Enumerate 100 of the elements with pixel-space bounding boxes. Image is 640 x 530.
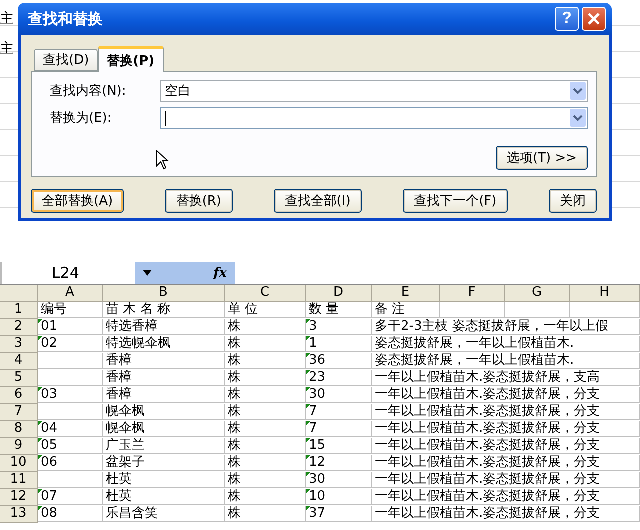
column-header[interactable]: E [372,285,440,302]
column-header[interactable]: H [570,285,640,302]
cell-text: 株 [228,489,241,504]
field-label: 查找内容(N): [50,83,128,100]
cell-text: 01 [41,319,58,334]
cell-text: 主 [0,10,15,28]
row-header[interactable]: 2 [0,319,38,336]
cell-text: 乐昌含笑 [106,506,158,521]
cell-text: 7 [309,421,318,436]
cell-text: 杜英 [106,472,132,487]
cell-text: 株 [228,387,241,402]
error-indicator-icon [306,472,311,477]
column-header[interactable]: B [103,285,225,302]
column-header[interactable]: A [38,285,103,302]
error-indicator-icon [306,455,311,460]
cell-text: 37 [309,506,326,521]
row-header[interactable]: 3 [0,336,38,353]
row-header[interactable]: 1 [0,302,38,319]
row-header[interactable]: 4 [0,353,38,370]
cell-text: 单 位 [228,302,258,317]
cell-text: 幌伞枫 [106,404,145,419]
cell-text: 株 [228,455,241,470]
error-indicator-icon [38,438,43,443]
tab[interactable]: 替换(P) [98,46,164,72]
cell-text: 03 [41,387,58,402]
cell-text: 一年以上假植苗木.姿态挺拔舒展，支高 [375,370,600,385]
row-header[interactable]: 6 [0,387,38,404]
dialog-button[interactable]: 全部替换(A) [31,189,124,213]
cell-text: 3 [309,319,318,334]
cell-text: 香樟 [106,353,132,368]
cell-text: 姿态挺拔舒展，一年以上假植苗木. [375,353,574,368]
function-button[interactable]: fx [214,266,227,280]
row-header[interactable]: 8 [0,421,38,438]
cell-text: 姿态挺拔舒展，一年以上假植苗木. [375,336,574,351]
cell-text: 株 [228,472,241,487]
dialog-button[interactable]: 查找全部(I) [274,189,362,213]
row-header[interactable]: 10 [0,455,38,472]
error-indicator-icon [306,387,311,392]
row-header[interactable]: 9 [0,438,38,455]
dialog-button[interactable]: 查找下一个(F) [403,189,508,213]
cell-text: 1 [309,336,318,351]
column-header[interactable]: D [306,285,372,302]
column-header[interactable]: C [225,285,306,302]
cell-text: 编号 [41,302,67,317]
dialog-button[interactable]: 关闭 [548,189,597,213]
select-all-corner[interactable] [0,285,38,302]
column-header[interactable]: G [505,285,570,302]
options-button[interactable]: 选项(T) >> [496,146,588,170]
cell-text: 一年以上假植苗木.姿态挺拔舒展，分支 [375,489,600,504]
cell-text: 株 [228,438,241,453]
cell-text: 株 [228,506,241,521]
cell-text: 广玉兰 [106,438,145,453]
row-header[interactable]: 11 [0,472,38,489]
dropdown-icon [570,109,586,127]
tab[interactable]: 查找(D) [34,49,98,71]
cell-text: 盆架子 [106,455,145,470]
row-header[interactable]: 13 [0,506,38,523]
cell-text: 株 [228,421,241,436]
cell-text: 株 [228,319,241,334]
error-indicator-icon [306,421,311,426]
error-indicator-icon [38,506,43,511]
cell-text: 15 [309,438,326,453]
find-input[interactable]: 空白 [165,84,570,98]
row-header[interactable]: 7 [0,404,38,421]
cell-text: 04 [41,421,58,436]
cell-text: 幌伞枫 [106,421,145,436]
cell-text: 06 [41,455,58,470]
dialog-button[interactable]: 替换(R) [165,189,233,213]
error-indicator-icon [38,455,43,460]
cell-text: 香樟 [106,370,132,385]
cell-text: 一年以上假植苗木.姿态挺拔舒展，分支 [375,506,600,521]
error-indicator-icon [306,336,311,341]
cell-text: 05 [41,438,58,453]
cell-text: 一年以上假植苗木.姿态挺拔舒展，分支 [375,472,600,487]
cell-text: 23 [309,370,326,385]
cell-text: 一年以上假植苗木.姿态挺拔舒展，分支 [375,387,600,402]
cell-text: 02 [41,336,58,351]
error-indicator-icon [306,353,311,358]
cell-text: 30 [309,387,326,402]
row-header[interactable]: 12 [0,489,38,506]
error-indicator-icon [38,489,43,494]
dropdown-icon[interactable] [143,270,152,276]
error-indicator-icon [306,506,311,511]
close-button[interactable] [582,7,606,31]
error-indicator-icon [38,421,43,426]
error-indicator-icon [306,438,311,443]
cell-text: 香樟 [106,387,132,402]
cell-text: 多干2-3主枝 姿态挺拔舒展，一年以上假 [375,319,608,334]
cell-text: 一年以上假植苗木.姿态挺拔舒展，分支 [375,438,600,453]
row-header[interactable]: 5 [0,370,38,387]
error-indicator-icon [38,336,43,341]
column-header[interactable]: F [440,285,505,302]
replace-combo-box[interactable] [160,107,588,129]
cell-text: 主 [0,40,15,58]
name-box[interactable]: L24 [2,262,135,284]
cell-text: 一年以上假植苗木.姿态挺拔舒展，分支 [375,404,600,419]
cell-text: 株 [228,370,241,385]
find-combo-box[interactable]: 空白 [160,80,588,102]
cell-text: 株 [228,353,241,368]
table-cell [505,302,570,318]
